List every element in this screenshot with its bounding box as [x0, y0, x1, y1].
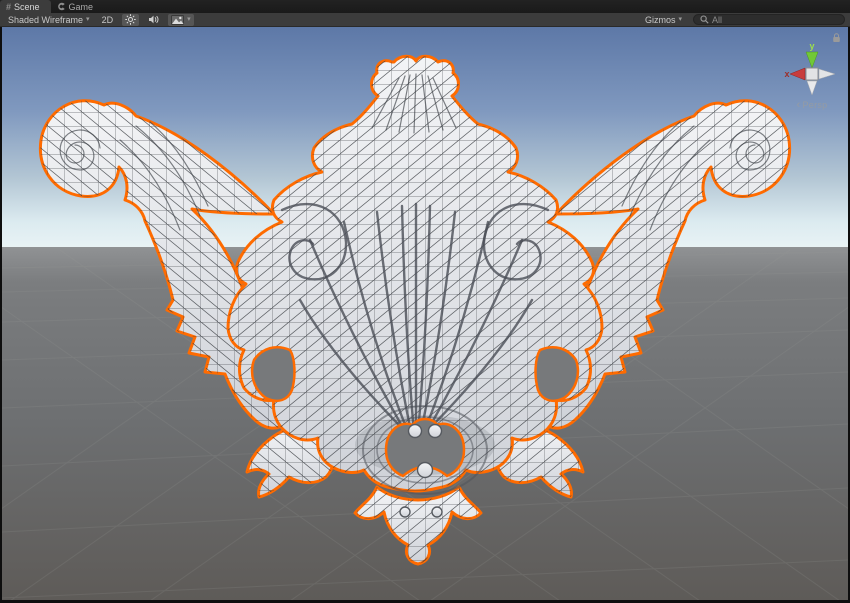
persp-label: Persp [802, 100, 827, 110]
scene-toolbar: Shaded Wireframe ▾ 2D [0, 13, 850, 27]
gizmos-dropdown[interactable]: Gizmos ▾ [642, 14, 685, 26]
chevron-down-icon: ▾ [678, 16, 682, 23]
chevron-down-icon: ▾ [86, 16, 90, 23]
scene-search-field[interactable] [693, 14, 845, 25]
toolbar-right-group: Gizmos ▾ [642, 14, 845, 26]
chevron-down-icon[interactable]: ▾ [187, 16, 191, 23]
effects-dropdown[interactable]: ▾ [168, 14, 194, 26]
search-icon [700, 15, 709, 24]
scene-canvas[interactable] [2, 27, 848, 600]
scroll-curl [400, 507, 410, 517]
x-axis-cone[interactable] [790, 68, 805, 80]
draw-mode-label: Shaded Wireframe [8, 15, 83, 25]
down-axis-cone[interactable] [807, 81, 817, 95]
z-axis-cone[interactable] [819, 69, 835, 79]
tab-game[interactable]: Game [51, 0, 105, 13]
orientation-gizmo: y x ‹Persp [776, 33, 848, 133]
toggle-2d-label: 2D [102, 15, 114, 25]
gizmos-label: Gizmos [645, 15, 676, 25]
audio-speaker-icon [148, 14, 159, 25]
persp-arrow-icon: ‹ [797, 99, 801, 111]
image-effects-icon [171, 15, 184, 25]
game-icon [57, 2, 66, 11]
x-axis-label: x [784, 69, 789, 79]
scroll-curl [432, 507, 442, 517]
y-axis-label: y [809, 41, 814, 51]
scene-viewport[interactable]: y x ‹Persp [2, 27, 848, 600]
openwork-hole-left [252, 347, 294, 401]
tab-scene-label: Scene [14, 2, 40, 12]
tab-scene[interactable]: # Scene [0, 0, 51, 13]
tab-bar: # Scene Game [0, 0, 850, 13]
axis-gizmo: y x [780, 40, 844, 100]
search-input[interactable] [712, 15, 838, 25]
unity-scene-view-window: # Scene Game Shaded Wireframe ▾ 2D [0, 0, 850, 603]
scroll-curl [409, 425, 422, 438]
draw-mode-dropdown[interactable]: Shaded Wireframe ▾ [5, 14, 93, 26]
sun-icon [125, 14, 136, 25]
lighting-toggle-button[interactable] [122, 14, 139, 26]
y-axis-cone[interactable] [806, 52, 818, 68]
gizmo-center-cube[interactable] [806, 68, 818, 80]
projection-toggle[interactable]: ‹Persp [776, 99, 848, 111]
scene-grid-icon: # [6, 2, 11, 12]
toggle-2d-button[interactable]: 2D [99, 14, 117, 26]
tab-game-label: Game [69, 2, 94, 12]
scroll-curl [418, 463, 433, 478]
openwork-hole-right [536, 347, 578, 401]
audio-toggle-button[interactable] [145, 14, 162, 26]
scroll-curl [429, 425, 442, 438]
